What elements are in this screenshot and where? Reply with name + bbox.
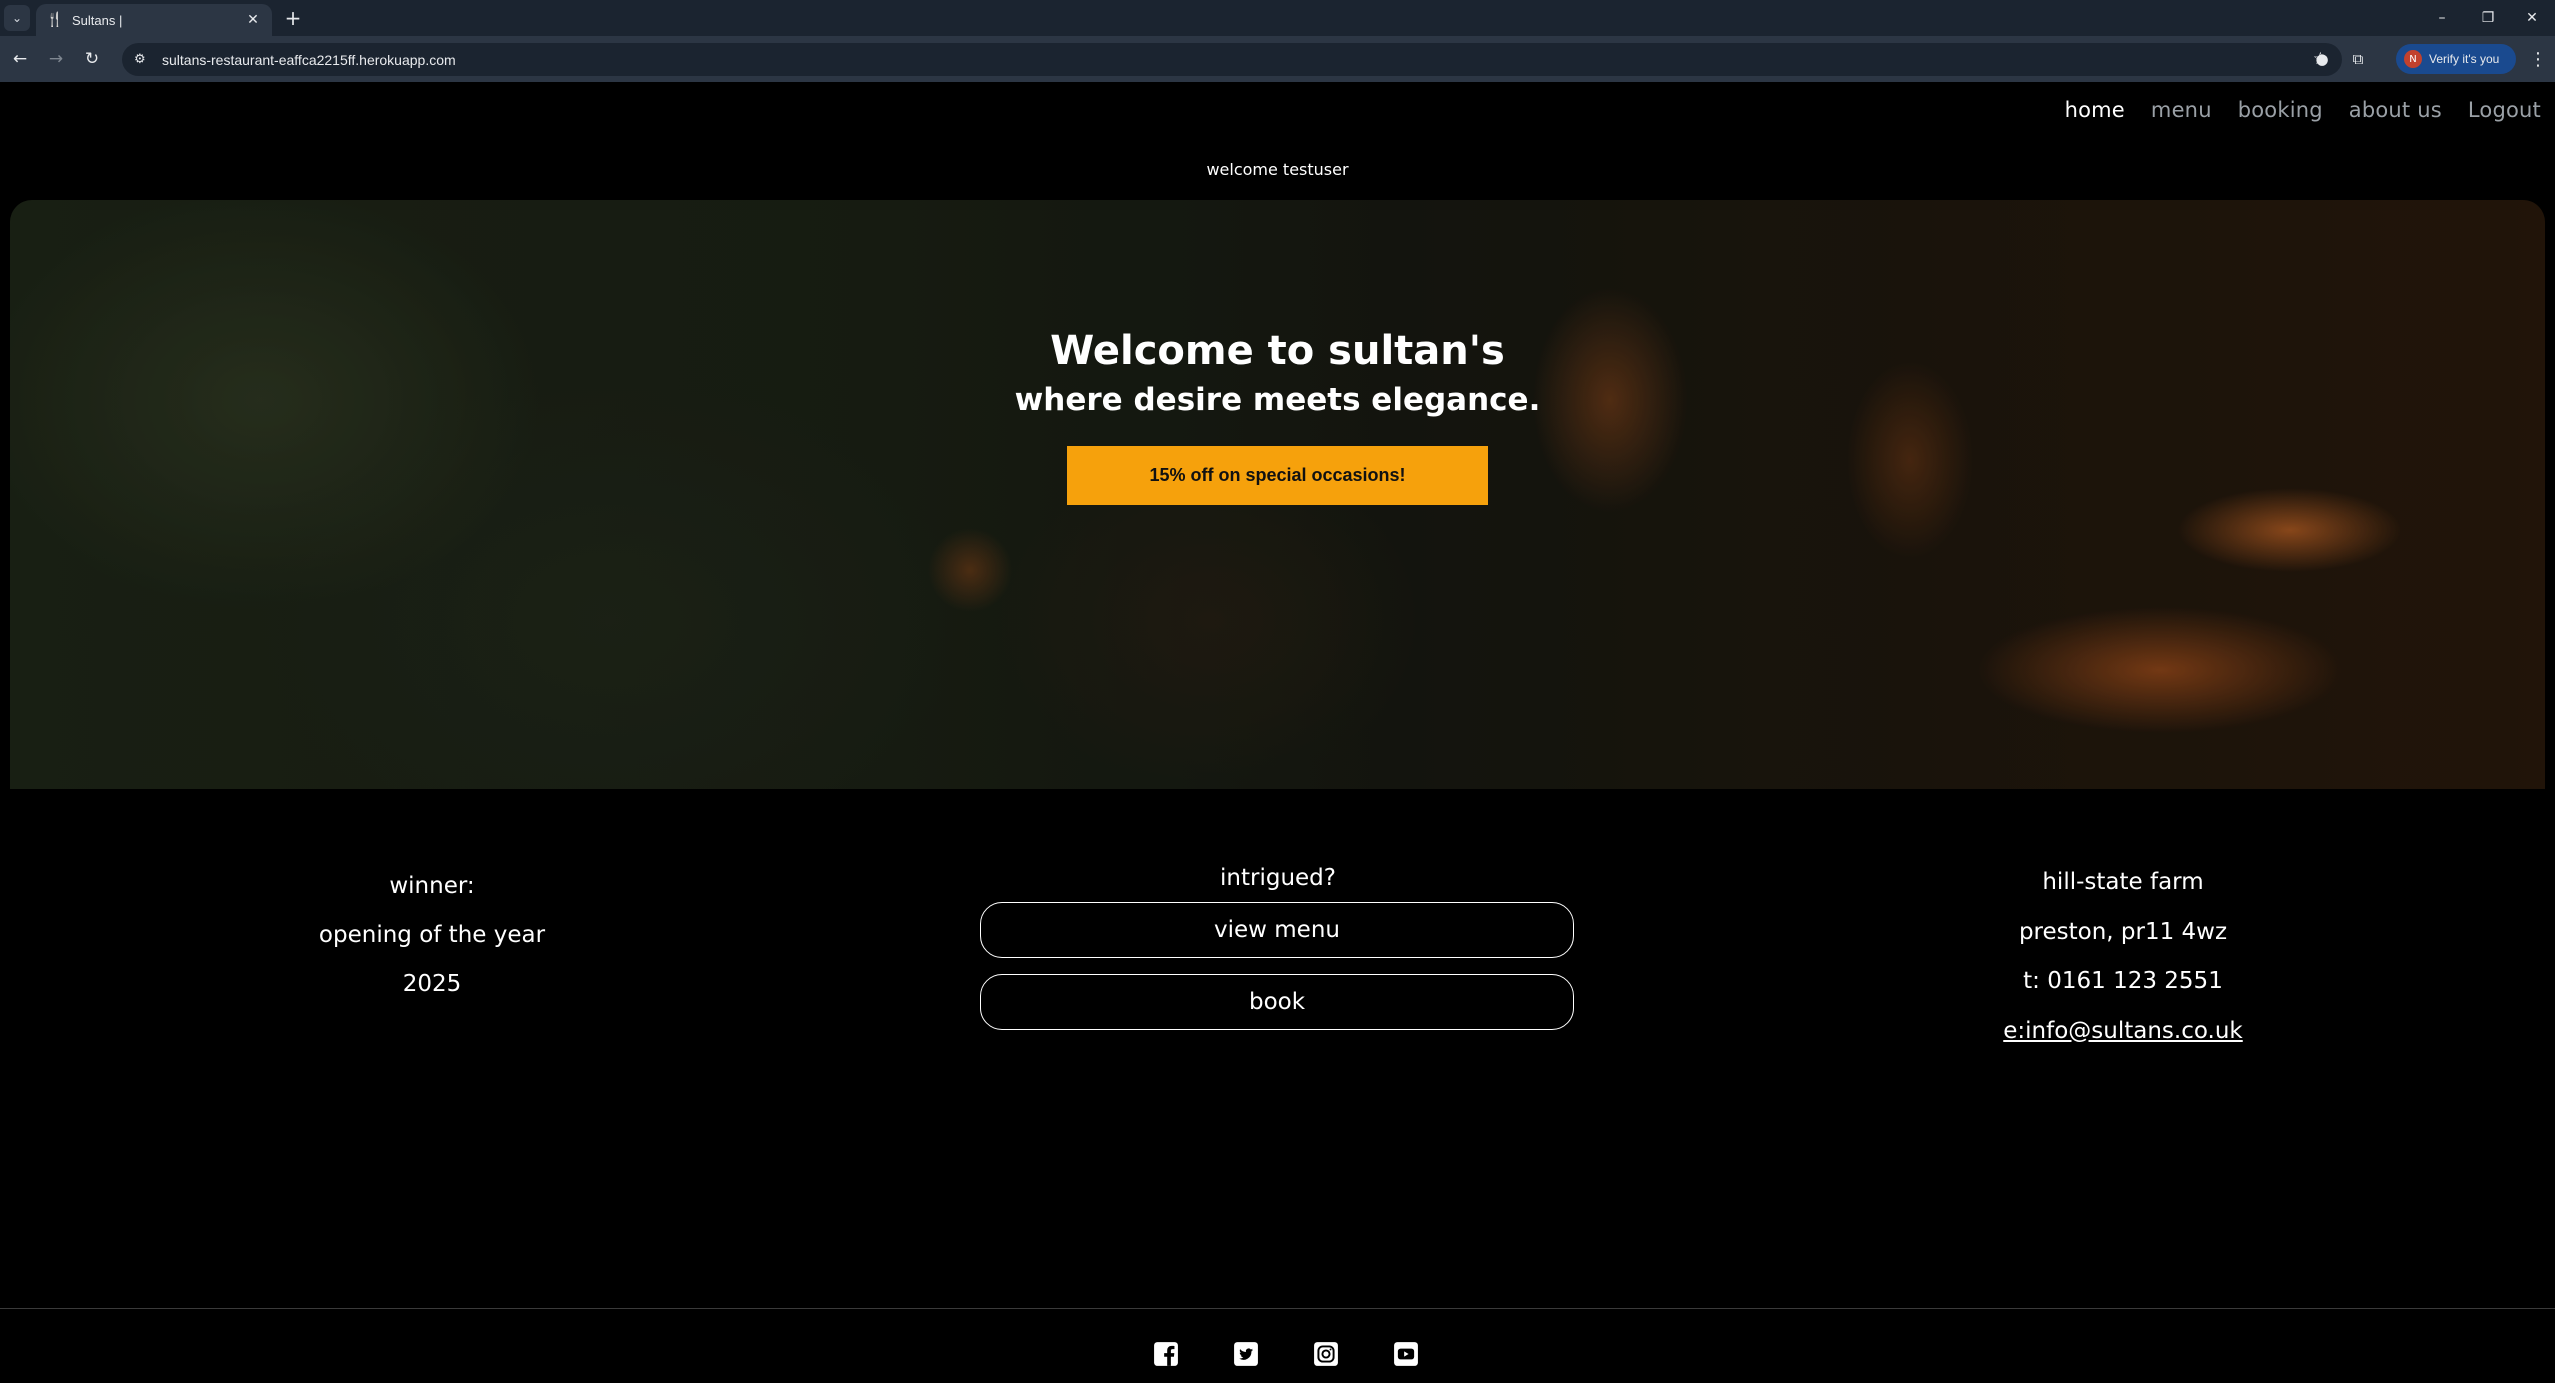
back-icon[interactable]: ← [6, 45, 34, 73]
close-tab-icon[interactable]: ✕ [244, 12, 262, 28]
tab-search-icon[interactable]: ⌄ [4, 5, 30, 31]
url-text: sultans-restaurant-eaffca2215ff.herokuap… [162, 51, 456, 68]
hero-subtitle: where desire meets elegance. [1014, 382, 1541, 418]
view-menu-button[interactable]: view menu [980, 902, 1574, 958]
avatar: N [2404, 50, 2422, 68]
page: home menu booking about us Logout welcom… [0, 82, 2555, 1383]
site-nav: home menu booking about us Logout [2065, 98, 2541, 122]
cta-section: intrigued? view menu book [980, 856, 1576, 1046]
verify-label: Verify it's you [2429, 52, 2500, 66]
reload-icon[interactable]: ↻ [78, 45, 106, 73]
new-tab-icon[interactable]: + [280, 5, 306, 31]
contact-name: hill-state farm [2042, 869, 2204, 895]
contact-phone: t: 0161 123 2551 [2023, 968, 2223, 994]
award-line: winner: [389, 873, 475, 899]
hero-title: Welcome to sultan's [1050, 328, 1505, 374]
tab-title: Sultans | [72, 12, 123, 28]
contact-section: hill-state farm preston, pr11 4wz t: 016… [1923, 858, 2323, 1056]
award-year: 2025 [402, 971, 462, 997]
restore-icon[interactable]: ❐ [2465, 0, 2511, 36]
minimize-icon[interactable]: – [2419, 0, 2465, 36]
instagram-icon[interactable] [1313, 1341, 1339, 1367]
extension-icon[interactable]: ● [2309, 46, 2335, 72]
nav-menu[interactable]: menu [2151, 98, 2212, 122]
award-section: winner: opening of the year 2025 [232, 862, 632, 1009]
fork-knife-icon: 🍴 [46, 12, 64, 28]
forward-icon[interactable]: → [42, 45, 70, 73]
browser-tab-bar: ⌄ 🍴 Sultans | ✕ + – ❐ ✕ [0, 0, 2555, 36]
promo-button[interactable]: 15% off on special occasions! [1067, 446, 1488, 505]
footer-divider [0, 1308, 2555, 1309]
address-bar[interactable]: ⚙ sultans-restaurant-eaffca2215ff.heroku… [122, 43, 2342, 76]
nav-logout[interactable]: Logout [2468, 98, 2541, 122]
browser-menu-icon[interactable]: ⋮ [2528, 46, 2548, 72]
hero-banner: Welcome to sultan's where desire meets e… [10, 200, 2545, 789]
browser-tab[interactable]: 🍴 Sultans | ✕ [36, 4, 272, 36]
nav-booking[interactable]: booking [2238, 98, 2323, 122]
cta-heading: intrigued? [1220, 865, 1336, 891]
twitter-icon[interactable] [1233, 1341, 1259, 1367]
close-window-icon[interactable]: ✕ [2509, 0, 2555, 36]
facebook-icon[interactable] [1153, 1341, 1179, 1367]
verify-profile-button[interactable]: N Verify it's you [2396, 44, 2516, 74]
welcome-user-text: welcome testuser [1206, 160, 1349, 179]
book-button[interactable]: book [980, 974, 1574, 1030]
browser-toolbar: ← → ↻ ⚙ sultans-restaurant-eaffca2215ff.… [0, 36, 2555, 82]
award-line: opening of the year [318, 922, 546, 948]
contact-email-link[interactable]: e:info@sultans.co.uk [2003, 1018, 2243, 1044]
puzzle-icon[interactable]: ⧉ [2345, 46, 2371, 72]
nav-about-us[interactable]: about us [2349, 98, 2442, 122]
nav-home[interactable]: home [2065, 98, 2125, 122]
site-info-icon[interactable]: ⚙ [134, 52, 154, 67]
youtube-icon[interactable] [1393, 1341, 1419, 1367]
contact-address: preston, pr11 4wz [2018, 918, 2228, 945]
